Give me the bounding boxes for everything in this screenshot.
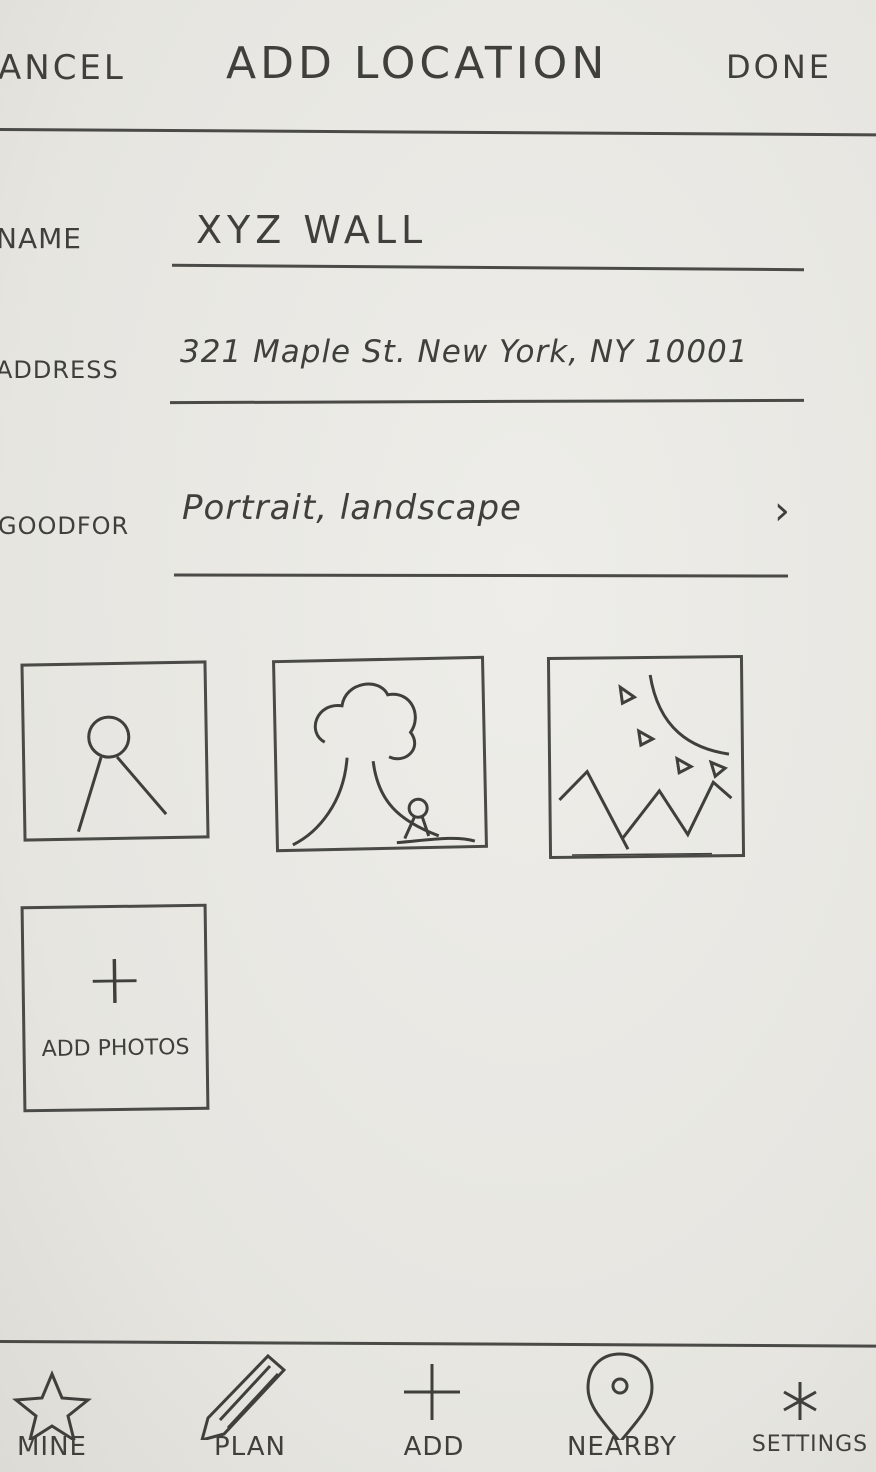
add-photos-button[interactable]: + ADD PHOTOS xyxy=(20,903,210,1113)
tab-mine[interactable]: MINE xyxy=(0,1350,122,1472)
name-label: NAME xyxy=(0,222,82,255)
tab-bar-divider xyxy=(0,1340,876,1348)
good-for-field[interactable]: Portrait, landscape xyxy=(182,488,522,528)
portrait-photo-icon xyxy=(76,715,168,833)
chevron-right-icon[interactable]: › xyxy=(774,488,792,534)
cancel-button[interactable]: ANCEL xyxy=(0,48,126,88)
location-pin-icon xyxy=(586,1352,654,1440)
pencil-icon xyxy=(200,1353,287,1440)
plus-icon: + xyxy=(84,937,145,1021)
tab-label-add: ADD xyxy=(403,1432,465,1462)
photo-thumbnail-3[interactable] xyxy=(546,654,746,860)
header-divider xyxy=(0,128,876,137)
photo-thumbnail-2[interactable] xyxy=(272,655,488,853)
name-field[interactable]: XYZ WALL xyxy=(196,208,427,252)
address-field[interactable]: 321 Maple St. New York, NY 10001 xyxy=(180,334,749,370)
address-label: ADDRESS xyxy=(0,356,119,384)
tab-nearby[interactable]: NEARBY xyxy=(552,1350,692,1472)
tab-label-settings: SETTINGS xyxy=(751,1432,869,1457)
star-icon xyxy=(12,1370,92,1440)
plus-icon xyxy=(404,1364,460,1420)
name-field-underline xyxy=(171,263,805,272)
done-button[interactable]: DONE xyxy=(726,48,832,86)
tab-plan[interactable]: PLAN xyxy=(180,1350,320,1472)
good-for-field-underline xyxy=(173,573,789,578)
asterisk-icon xyxy=(783,1382,817,1420)
tab-add[interactable]: ADD xyxy=(364,1350,504,1472)
add-photos-label: ADD PHOTOS xyxy=(41,1034,190,1063)
landscape-photo-icon xyxy=(558,674,733,856)
tab-label-nearby: NEARBY xyxy=(566,1432,678,1462)
tab-settings[interactable]: SETTINGS xyxy=(744,1350,876,1472)
photo-thumbnail-1[interactable] xyxy=(20,660,210,842)
sketch-page: ANCEL ADD LOCATION DONE NAME XYZ WALL AD… xyxy=(0,0,876,1472)
page-title: ADD LOCATION xyxy=(226,38,609,89)
nav-header: ANCEL ADD LOCATION DONE xyxy=(0,0,876,137)
good-for-label: GOODFOR xyxy=(0,512,130,540)
address-field-underline xyxy=(169,398,805,405)
tree-person-photo-icon xyxy=(292,682,476,847)
tab-label-plan: PLAN xyxy=(214,1432,286,1462)
tab-label-mine: MINE xyxy=(17,1432,87,1462)
